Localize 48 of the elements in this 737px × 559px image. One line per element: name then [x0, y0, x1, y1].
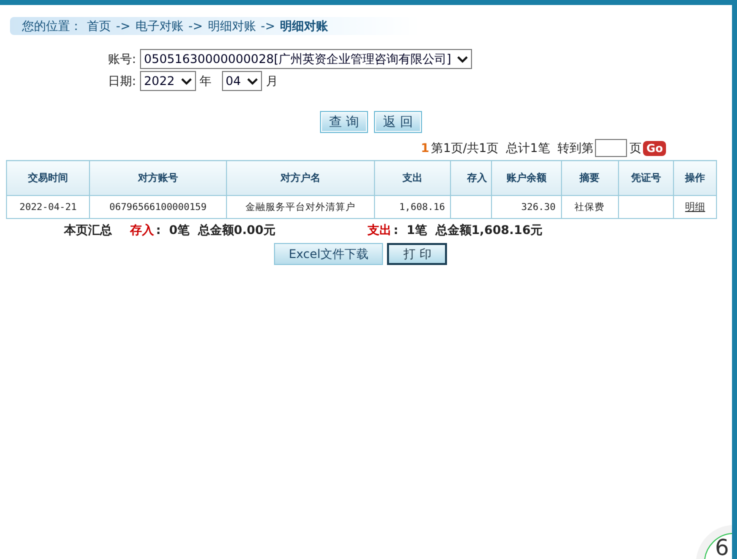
table-cell: 1,608.16	[374, 196, 450, 218]
column-header: 支出	[374, 160, 450, 196]
table-cell: 金融服务平台对外清算户	[226, 196, 375, 218]
current-page: 1	[420, 141, 430, 155]
income-label: 存入	[130, 222, 154, 239]
year-unit: 年	[200, 72, 212, 90]
column-header: 交易时间	[6, 160, 90, 196]
column-header: 操作	[674, 160, 716, 196]
summary-title: 本页汇总	[64, 222, 112, 239]
breadcrumb-link[interactable]: 明细对账	[208, 18, 256, 34]
breadcrumb-label: 您的位置：	[22, 18, 82, 34]
page-input[interactable]	[595, 139, 628, 157]
month-select[interactable]: 04	[222, 71, 262, 91]
column-header: 凭证号	[618, 160, 674, 196]
year-select[interactable]: 2022	[140, 71, 196, 91]
table-cell: 06796566100000159	[90, 196, 226, 218]
table-cell: 2022-04-21	[6, 196, 90, 218]
account-select[interactable]: 05051630000000028[广州英资企业管理咨询有限公司]	[140, 49, 472, 69]
pager-info: 第1页/共1页 总计1笔 转到第	[431, 140, 594, 156]
breadcrumb-link[interactable]: 电子对账	[135, 18, 184, 34]
excel-download-button[interactable]: Excel文件下载	[274, 243, 384, 265]
account-label: 账号:	[108, 50, 136, 68]
breadcrumb-separator: ->	[116, 19, 130, 33]
table-cell: 社保费	[561, 196, 618, 218]
chevron-icon	[457, 56, 468, 62]
month-unit: 月	[266, 72, 278, 90]
go-button[interactable]: Go	[643, 140, 666, 156]
column-header: 对方账号	[90, 160, 226, 196]
date-label: 日期:	[108, 72, 136, 90]
chevron-icon	[246, 78, 258, 84]
column-header: 账户余额	[492, 160, 562, 196]
print-button[interactable]: 打 印	[387, 243, 448, 265]
expense-label: 支出	[367, 222, 392, 239]
breadcrumb-link[interactable]: 首页	[87, 18, 111, 34]
income-summary: : 0笔 总金额0.00元	[156, 222, 276, 239]
query-button[interactable]: 查 询	[320, 111, 368, 133]
breadcrumb-current: 明细对账	[280, 18, 328, 34]
back-button[interactable]: 返 回	[374, 111, 422, 133]
table-cell	[450, 196, 492, 218]
page-unit: 页	[629, 140, 642, 156]
breadcrumb-separator: ->	[188, 19, 203, 33]
breadcrumb-separator: ->	[260, 19, 276, 33]
table-cell: 326.30	[492, 196, 562, 218]
expense-summary: : 1笔 总金额1,608.16元	[393, 222, 543, 239]
column-header: 摘要	[561, 160, 618, 196]
column-header: 对方户名	[226, 160, 375, 196]
column-header: 存入	[450, 160, 492, 196]
chevron-icon	[180, 78, 192, 84]
